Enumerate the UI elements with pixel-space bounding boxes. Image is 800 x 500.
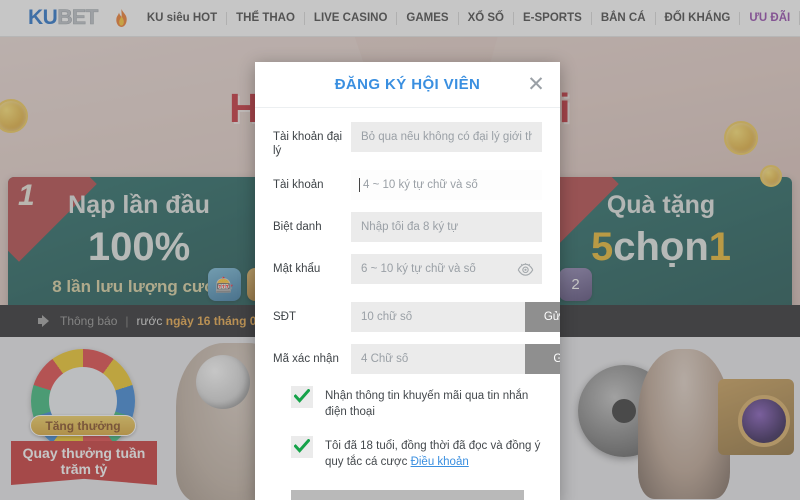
camera-image — [718, 379, 794, 455]
account-input[interactable] — [351, 170, 542, 200]
nav-item-live-casino[interactable]: LIVE CASINO — [303, 11, 396, 25]
text-cursor — [359, 178, 360, 192]
speaker-icon — [38, 315, 52, 327]
control-phone: Gửi mã — [351, 302, 560, 332]
nav-item-ku-hot[interactable]: KU siêu HOT — [138, 12, 226, 25]
label-phone: SĐT — [273, 311, 296, 323]
control-password — [351, 254, 542, 284]
sms-promo-consent-checkbox[interactable] — [291, 386, 313, 408]
modal-title: ĐĂNG KÝ HỘI VIÊN — [334, 76, 481, 93]
nav-item-the-thao[interactable]: THỂ THAO — [226, 11, 304, 25]
password-input[interactable] — [351, 254, 542, 284]
bonus-badge: Tăng thưởng — [30, 415, 136, 436]
weekly-prize-ribbon: Quay thưởng tuần trăm tỷ — [11, 441, 157, 485]
phone-send-button[interactable]: Gửi mã — [525, 302, 560, 332]
registration-form: Tài khoản đại lý Tài khoản Biệt danh Mật kh… — [273, 122, 560, 374]
verification-code-send-button[interactable]: Gửi — [525, 344, 560, 374]
label-agent-account: Tài khoản đại lý — [273, 131, 343, 157]
nav-item-uu-dai[interactable]: ƯU ĐÃI — [739, 11, 799, 25]
nav-item-xo-so[interactable]: XỔ SỐ — [457, 11, 513, 25]
flame-icon — [114, 8, 129, 28]
form-row-nickname: Biệt danh — [273, 212, 542, 242]
nav-item-e-sports[interactable]: E-SPORTS — [513, 11, 591, 25]
notice-highlight: ngày 16 tháng 07 — [165, 314, 264, 328]
form-row-account: Tài khoản — [273, 170, 542, 200]
control-account — [351, 170, 542, 200]
model-photo-right — [638, 349, 730, 499]
site-logo[interactable]: KU BET — [28, 6, 99, 30]
nav-items-list: KU siêu HOT THỂ THAO LIVE CASINO GAMES X… — [138, 11, 800, 25]
control-agent-account — [351, 122, 542, 152]
agent-account-input[interactable] — [351, 122, 542, 152]
card-line1-left: Nạp lần đầu — [68, 191, 210, 219]
age-terms-consent-label: Tôi đã 18 tuổi, đồng thời đã đọc và đồng… — [325, 436, 542, 470]
label-account: Tài khoản — [273, 179, 324, 191]
form-row-verification-code: Mã xác nhận Gửi — [273, 344, 560, 374]
verification-code-input[interactable] — [351, 344, 525, 374]
gift-mid-word: chọn — [613, 225, 709, 269]
control-verification-code: Gửi — [351, 344, 560, 374]
gift-count: 5 — [590, 225, 614, 269]
form-row-agent-account: Tài khoản đại lý — [273, 122, 542, 158]
form-row-password: Mật khẩu — [273, 254, 542, 284]
checkbox-row-age-terms-consent: Tôi đã 18 tuổi, đồng thời đã đọc và đồng… — [273, 436, 542, 470]
notice-separator: | — [125, 314, 129, 328]
nickname-input[interactable] — [351, 212, 542, 242]
modal-body: Tài khoản đại lý Tài khoản Biệt danh Mật kh… — [255, 108, 560, 500]
phone-input[interactable] — [351, 302, 525, 332]
age-terms-consent-checkbox[interactable] — [291, 436, 313, 458]
notice-prefix: rước — [136, 314, 166, 328]
nav-item-games[interactable]: GAMES — [396, 11, 457, 25]
ball-image — [196, 355, 250, 409]
terms-link[interactable]: Điều khoản — [411, 456, 469, 468]
submit-registration-button[interactable] — [291, 490, 524, 500]
notice-label: Thông báo — [60, 314, 118, 328]
sms-promo-consent-label: Nhận thông tin khuyến mãi qua tin nhắn đ… — [325, 386, 542, 420]
app-root: KU BET KU siêu HOT THỂ THAO LIVE CASINO G… — [0, 0, 800, 500]
label-verification-code: Mã xác nhận — [273, 353, 339, 365]
coin-decor-3 — [760, 165, 782, 187]
label-nickname: Biệt danh — [273, 221, 322, 233]
eye-icon[interactable] — [517, 261, 534, 277]
form-row-phone: SĐT Gửi mã — [273, 302, 560, 332]
card-line1-right: Quà tặng — [606, 191, 716, 219]
wheel-icon — [31, 349, 135, 453]
submit-button-wrap — [273, 486, 542, 500]
consent-checkbox-group: Nhận thông tin khuyến mãi qua tin nhắn đ… — [273, 386, 542, 470]
logo-text-ku: KU — [28, 6, 58, 29]
slot-game-icon[interactable]: 🎰 — [208, 268, 241, 301]
label-password: Mật khẩu — [273, 263, 321, 275]
close-icon[interactable]: ✕ — [526, 74, 546, 95]
timer-game-icon[interactable]: 2 — [559, 268, 592, 301]
modal-header: ĐĂNG KÝ HỘI VIÊN ✕ — [255, 62, 560, 108]
logo-text-bet: BET — [57, 6, 99, 30]
card-number-left: 1 — [18, 179, 35, 212]
nav-item-ban-ca[interactable]: BẮN CÁ — [590, 11, 655, 25]
gift-pick: 1 — [708, 225, 732, 269]
card-line2-right: 5chọn1 — [530, 225, 792, 270]
card-line2-left: 100% — [87, 225, 191, 269]
coin-decor-2 — [724, 121, 758, 155]
control-nickname — [351, 212, 542, 242]
sms-promo-consent-text: Nhận thông tin khuyến mãi qua tin nhắn đ… — [325, 390, 529, 418]
nav-item-doi-khang[interactable]: ĐỐI KHÁNG — [654, 11, 740, 25]
spin-wheel-promo[interactable]: Tăng thưởng Quay thưởng tuần trăm tỷ — [8, 349, 158, 499]
checkbox-row-sms-promo-consent: Nhận thông tin khuyến mãi qua tin nhắn đ… — [273, 386, 542, 420]
top-navigation-bar: KU BET KU siêu HOT THỂ THAO LIVE CASINO G… — [0, 0, 800, 37]
registration-modal: ĐĂNG KÝ HỘI VIÊN ✕ Tài khoản đại lýTài k… — [255, 62, 560, 500]
